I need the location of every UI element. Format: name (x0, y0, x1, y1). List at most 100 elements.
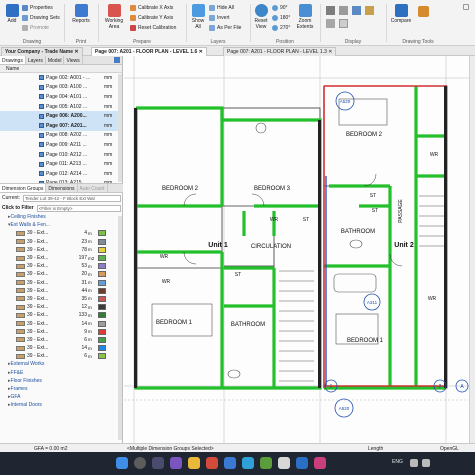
reports-button[interactable]: Reports (70, 4, 92, 24)
properties-button[interactable]: Properties (22, 4, 53, 12)
brave-browser-icon[interactable] (206, 457, 218, 469)
tab-page-007-b[interactable]: Page 007: A201 - FLOOR PLAN - LEVEL 1.3 … (223, 47, 337, 56)
dimension-color-swatch[interactable] (98, 279, 106, 286)
show-all-layers-button[interactable]: Show All (189, 4, 207, 30)
tree-category[interactable]: ▸ Floor Finishes (2, 377, 123, 385)
start-icon[interactable] (116, 457, 128, 469)
app-icon[interactable] (296, 457, 308, 469)
drawing-list-item[interactable]: Page 012: A214 ... mm (0, 169, 122, 179)
dimension-row[interactable]: 39 - Ext... 6 m (2, 336, 123, 344)
tree-category[interactable]: ▸ FF&E (2, 369, 123, 377)
tab-company[interactable]: Your Company - Trade Name ✕ (1, 47, 83, 56)
teams-icon[interactable] (170, 457, 182, 469)
wifi-icon[interactable] (410, 459, 418, 467)
drawing-list-item[interactable]: Page 003: A100 ... mm (0, 83, 122, 93)
dimension-row[interactable]: 39 - Ext... 14 m (2, 319, 123, 327)
dimension-color-swatch[interactable] (98, 230, 106, 237)
tool-icon[interactable] (418, 6, 429, 17)
display-color-icon[interactable] (352, 6, 361, 15)
drawing-list-item[interactable]: Page 007: A201... mm (0, 120, 122, 131)
app-icon[interactable] (314, 457, 326, 469)
search-icon[interactable] (134, 457, 146, 469)
dimension-color-swatch[interactable] (98, 246, 106, 253)
tree-category[interactable]: ▸ Ceiling Finishes (2, 213, 123, 221)
drawing-list-item[interactable]: Page 009: A211 ... mm (0, 140, 122, 150)
dimension-tree-scrollbar[interactable] (118, 216, 122, 440)
hide-all-layers-button[interactable]: Hide All (209, 4, 234, 12)
task-view-icon[interactable] (152, 457, 164, 469)
tree-category[interactable]: ▸ GFA (2, 393, 123, 401)
reset-view-button[interactable]: Reset View (252, 4, 270, 30)
dimension-row[interactable]: 39 - Ext... 78 m (2, 246, 123, 254)
drawing-sets-button[interactable]: Drawing Sets (22, 14, 60, 22)
tab-dimensions[interactable]: Dimensions (46, 184, 78, 192)
tab-model[interactable]: Model (46, 56, 65, 64)
drawing-list-item[interactable]: Page 005: A102 ... mm (0, 102, 122, 112)
tab-dimension-groups[interactable]: Dimension Groups (0, 184, 47, 192)
floor-plan[interactable]: BEDROOM 2 BEDROOM 3 BEDROOM 2 BEDROOM 1 … (124, 56, 475, 443)
dimension-color-swatch[interactable] (98, 271, 106, 278)
dimension-color-swatch[interactable] (98, 345, 106, 352)
dimension-row[interactable]: 39 - Ext... 4 m (2, 229, 123, 237)
dimension-color-swatch[interactable] (98, 312, 106, 319)
dimension-row[interactable]: 39 - Ext... 31 m (2, 279, 123, 287)
close-icon[interactable]: ✕ (74, 49, 78, 55)
display-mode-icon[interactable] (326, 6, 335, 15)
dimension-row[interactable]: 39 - Ext... 12 m (2, 303, 123, 311)
drawing-list-item[interactable]: Page 011: A213 ... mm (0, 159, 122, 169)
dimension-row[interactable]: 39 - Ext... 14 m (2, 344, 123, 352)
close-icon[interactable]: ✕ (199, 49, 203, 55)
dimension-row[interactable]: 39 - Ext... 20 m (2, 270, 123, 278)
dimension-color-swatch[interactable] (98, 320, 106, 327)
edge-icon[interactable] (242, 457, 254, 469)
display-highlight-icon[interactable] (365, 6, 374, 15)
dimension-color-swatch[interactable] (98, 304, 106, 311)
dimension-color-swatch[interactable] (98, 238, 106, 245)
dimension-color-swatch[interactable] (98, 353, 106, 360)
tree-category[interactable]: ▸ External Works (2, 360, 123, 368)
tab-drawings[interactable]: Drawings (0, 56, 26, 64)
current-group-select[interactable]: Tender Lot 39-42 - F Block Ext Wal (23, 194, 121, 202)
canvas-vertical-scrollbar[interactable] (469, 56, 475, 443)
dimension-row[interactable]: 39 - Ext... 6 m (2, 352, 123, 360)
promote-button[interactable]: Promote (22, 24, 49, 32)
zoom-extents-button[interactable]: Zoom Extents (294, 4, 316, 30)
dimension-color-swatch[interactable] (98, 263, 106, 270)
dimension-row[interactable]: 39 - Ext... 44 m (2, 287, 123, 295)
dimension-color-swatch[interactable] (98, 336, 106, 343)
volume-icon[interactable] (422, 459, 430, 467)
compare-button[interactable]: Compare (390, 4, 412, 24)
reset-calibration-button[interactable]: Reset Calibration (130, 24, 176, 32)
column-name[interactable]: Name (6, 66, 122, 72)
display-lines-icon[interactable] (326, 19, 335, 28)
drawing-list-item[interactable]: Page 002: A001 - ... mm (0, 73, 122, 83)
ribbon-options-icon[interactable] (463, 4, 469, 10)
drawing-canvas[interactable]: BEDROOM 2 BEDROOM 3 BEDROOM 2 BEDROOM 1 … (124, 56, 475, 443)
tree-category[interactable]: ▸ Internal Doors (2, 401, 123, 409)
dimension-row[interactable]: 39 - Ext... 133 m (2, 311, 123, 319)
tree-category[interactable]: ▸ Frames (2, 385, 123, 393)
calibrate-y-button[interactable]: Calibrate Y Axis (130, 14, 173, 22)
app-icon[interactable] (224, 457, 236, 469)
tree-category[interactable]: ▾ Ext Walls & Fen... (2, 221, 123, 229)
tab-views[interactable]: Views (64, 56, 83, 64)
drawing-list-item[interactable]: Page 006: A200... mm (0, 111, 122, 121)
dimension-color-swatch[interactable] (98, 328, 106, 335)
dimension-row[interactable]: 39 - Ext... 35 m (2, 295, 123, 303)
display-grid-icon[interactable] (339, 6, 348, 15)
drawing-list-scrollbar[interactable] (118, 74, 122, 182)
working-area-button[interactable]: Working Area (101, 4, 127, 30)
dimension-color-swatch[interactable] (98, 295, 106, 302)
drawing-list-item[interactable]: Page 004: A101 ... mm (0, 92, 122, 102)
dimension-row[interactable]: 39 - Ext... 53 m (2, 262, 123, 270)
close-icon[interactable]: ✕ (328, 49, 332, 55)
add-drawing-button[interactable]: Add (4, 4, 20, 24)
filter-input[interactable]: <Filter is Empty> (36, 204, 121, 212)
rotate-270-button[interactable]: 270° (272, 24, 290, 32)
drawing-list-item[interactable]: Page 010: A212 ... mm (0, 150, 122, 160)
tab-page-007-a[interactable]: Page 007: A201 - FLOOR PLAN - LEVEL 1.6 … (91, 47, 207, 56)
app-icon[interactable] (278, 457, 290, 469)
dimension-color-swatch[interactable] (98, 287, 106, 294)
rotate-180-button[interactable]: 180° (272, 14, 290, 22)
calibrate-x-button[interactable]: Calibrate X Axis (130, 4, 173, 12)
